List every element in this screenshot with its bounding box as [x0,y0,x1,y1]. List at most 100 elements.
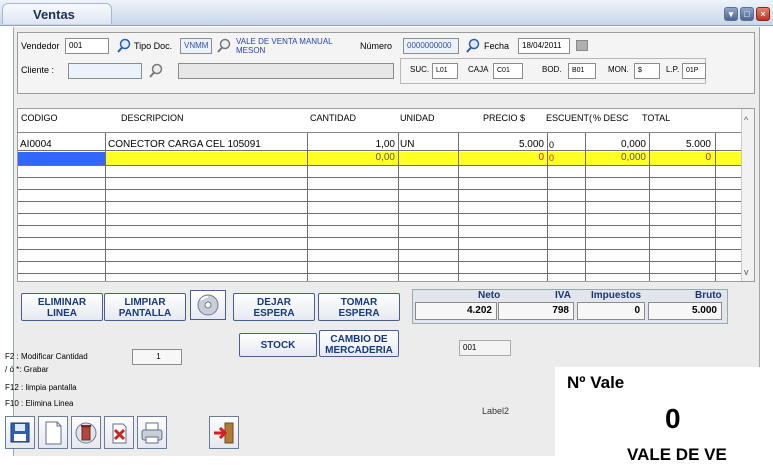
close-icon[interactable]: × [756,7,770,21]
tomar-espera-button[interactable]: TOMAR ESPERA [318,293,400,321]
column-divider [715,133,716,281]
cell-descuento[interactable]: 0 [549,139,584,151]
cell-total[interactable]: 0 [651,152,713,164]
cancel-icon [112,423,127,444]
column-header[interactable]: UNIDAD [400,113,435,123]
cliente-label: Cliente : [21,65,55,75]
numero-field[interactable]: 0000000000 [403,38,459,54]
vendedor-field[interactable]: 001 [65,38,109,54]
code-field[interactable]: 001 [459,340,511,356]
suc-label: SUC. [410,65,430,74]
fecha-label: Fecha [484,41,510,51]
tipo-doc-label: Tipo Doc. [134,41,173,51]
cell-total[interactable]: 5.000 [651,139,713,151]
scroll-up-icon[interactable]: ^ [744,115,748,125]
column-header[interactable]: DESCRIPCION [121,113,184,123]
new-button[interactable] [38,416,68,449]
table-row[interactable] [18,190,741,202]
scroll-down-icon[interactable]: v [744,267,749,277]
limpiar-pantalla-button[interactable]: LIMPIAR PANTALLA [104,293,186,321]
lp-label: L.P. [666,65,680,74]
caja-field[interactable]: C01 [493,63,523,79]
cell-precio[interactable]: 5.000 [460,139,546,151]
table-row[interactable] [18,250,741,262]
table-row[interactable] [18,214,741,226]
cell-cantidad[interactable]: 0,00 [308,152,397,164]
f2-quantity-field[interactable]: 1 [132,349,182,365]
items-grid[interactable]: CODIGO DESCRIPCION CANTIDAD UNIDAD PRECI… [17,108,755,282]
column-header[interactable]: % DESC [593,113,629,123]
search-icon[interactable] [465,38,481,54]
iva-label: IVA [555,290,571,301]
column-divider [649,133,650,281]
cambio-mercaderia-button[interactable]: CAMBIO DE MERCADERIA [319,330,399,357]
column-header[interactable]: PRECIO $ [483,113,525,123]
cell-precio[interactable]: 0 [460,152,546,164]
table-row[interactable] [18,178,741,190]
grid-header: CODIGO DESCRIPCION CANTIDAD UNIDAD PRECI… [18,109,741,133]
stock-button[interactable]: STOCK [239,333,317,357]
cell-cantidad[interactable]: 1,00 [308,139,397,151]
vale-number: 0 [665,403,681,434]
table-row[interactable] [18,238,741,250]
cliente-name-field [178,63,394,79]
cell-descripcion[interactable]: CONECTOR CARGA CEL 105091 [108,139,304,151]
cell-descuento[interactable]: 0 [549,152,584,164]
lp-field[interactable]: 01P [682,63,706,79]
neto-label: Neto [478,290,501,301]
vertical-scrollbar[interactable]: ^ v [741,109,754,281]
disc-button[interactable] [190,290,226,320]
column-header[interactable]: ESCUENT( [546,113,596,123]
mon-field[interactable]: $ [634,63,660,79]
numero-label: Número [360,41,393,51]
cell-unidad[interactable]: UN [400,139,458,151]
exit-button[interactable] [209,416,239,449]
impuestos-label: Impuestos [591,290,642,301]
suc-field[interactable]: L01 [432,63,458,79]
table-row[interactable] [18,262,741,274]
table-row[interactable] [18,166,741,178]
help-f12: F12 : limpia pantalla [5,383,77,392]
help-f2: F2 : Modificar Cantidad [5,352,88,361]
cell-pct-desc[interactable]: 0,000 [586,152,648,164]
column-header[interactable]: CODIGO [21,113,58,123]
maximize-icon[interactable]: □ [740,7,754,21]
title-bar: Ventas ▾ □ × [0,0,773,26]
search-icon[interactable] [216,38,232,54]
minimize-icon[interactable]: ▾ [724,7,738,21]
print-button[interactable] [137,416,167,449]
vendedor-label: Vendedor [21,41,60,51]
search-icon[interactable] [116,38,132,54]
column-header[interactable]: CANTIDAD [310,113,356,123]
table-row-active[interactable]: 0,00 0 0 0,000 0 [18,152,741,166]
cell-pct-desc[interactable]: 0,000 [586,139,648,151]
vale-title: Nº Vale [567,373,625,392]
exit-icon [214,422,234,444]
cliente-field[interactable] [68,63,142,79]
cell-codigo[interactable]: AI0004 [20,139,102,151]
bruto-label: Bruto [695,290,722,301]
table-row[interactable] [18,202,741,214]
table-row[interactable]: AI0004 CONECTOR CARGA CEL 105091 1,00 UN… [18,139,741,151]
cell-unidad[interactable] [400,152,458,164]
cell-codigo-selected[interactable] [18,152,105,165]
table-row[interactable] [18,226,741,238]
dejar-espera-button[interactable]: DEJAR ESPERA [233,293,315,321]
table-row[interactable] [18,274,741,281]
delete-button[interactable] [71,416,101,449]
calendar-icon[interactable] [576,40,588,51]
save-button[interactable] [5,416,35,449]
vale-panel: Nº Vale 0 VALE DE VE [555,367,773,464]
search-icon[interactable] [148,63,164,79]
new-document-icon [45,421,62,445]
fecha-field[interactable]: 18/04/2011 [518,38,570,54]
label2: Label2 [482,406,510,416]
bod-field[interactable]: B01 [568,63,596,79]
cell-descripcion[interactable] [108,152,304,164]
column-header[interactable]: TOTAL [642,113,670,123]
caja-label: CAJA [468,65,489,74]
tipo-doc-field[interactable]: VNMM [180,38,212,54]
eliminar-linea-button[interactable]: ELIMINAR LINEA [21,293,103,321]
cancel-button[interactable] [104,416,134,449]
neto-value: 4.202 [415,302,497,320]
